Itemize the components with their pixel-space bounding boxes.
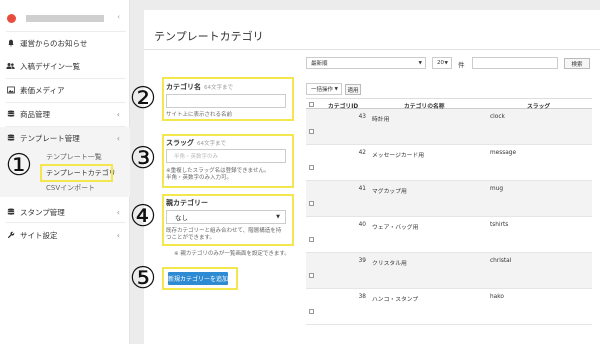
sidebar-item-label: 商品管理	[20, 109, 50, 119]
row-name[interactable]: 時計用	[372, 114, 389, 123]
row-name[interactable]: メッセージカード用	[372, 150, 424, 159]
row-name[interactable]: ハンコ・スタンプ	[372, 294, 418, 303]
annotation-number-3: ③	[129, 141, 157, 176]
bulk-action-select[interactable]: 一括操作 ▼	[306, 83, 342, 95]
row-name[interactable]: ウェア・バッグ用	[372, 222, 418, 231]
per-page-unit: 件	[458, 61, 465, 69]
annotation-number-2: ②	[129, 81, 157, 116]
row-id: 39	[358, 258, 366, 264]
sort-select[interactable]: 最新順 ▼	[306, 57, 426, 69]
caret-down-icon: ▼	[444, 60, 448, 66]
table-row[interactable]: 38 ハンコ・スタンプ hako	[306, 289, 592, 325]
chevron-left-icon: ‹	[116, 133, 120, 143]
sidebar-subitem-label: テンプレート一覧	[46, 153, 102, 161]
database-icon	[6, 208, 15, 217]
table-row[interactable]: 43 時計用 clock	[306, 109, 592, 145]
row-id: 38	[358, 294, 366, 300]
database-icon	[6, 134, 15, 143]
chevron-left-icon: ‹	[116, 207, 120, 217]
row-checkbox[interactable]	[309, 129, 314, 134]
chevron-left-icon: ‹	[116, 109, 120, 119]
sidebar-item-label: 素価メディア	[20, 85, 65, 95]
search-input[interactable]	[472, 57, 558, 69]
row-checkbox[interactable]	[309, 165, 314, 170]
sidebar-item-notices[interactable]: 運営からのお知らせ	[0, 35, 130, 51]
row-checkbox[interactable]	[309, 201, 314, 206]
bulk-action-value: 一括操作	[311, 87, 334, 93]
sidebar-item-label: スタンプ管理	[20, 207, 65, 217]
users-icon	[6, 62, 15, 71]
user-name-placeholder	[26, 14, 104, 22]
sidebar-item-templates[interactable]: テンプレート管理 ‹	[0, 130, 130, 146]
row-name[interactable]: クリスタル用	[372, 258, 407, 267]
divider	[6, 78, 126, 79]
row-id: 43	[358, 114, 366, 120]
bell-icon	[6, 39, 15, 48]
sidebar-item-label: サイト設定	[20, 230, 58, 240]
top-band	[144, 0, 600, 10]
title-divider	[144, 49, 600, 50]
row-slug: mug	[490, 186, 504, 192]
row-slug: message	[490, 150, 517, 156]
highlight-box-2	[162, 77, 294, 121]
row-id: 42	[358, 150, 366, 156]
row-id: 41	[358, 186, 366, 192]
sidebar-item-products[interactable]: 商品管理 ‹	[0, 106, 130, 122]
chevron-left-icon: ‹	[116, 230, 120, 240]
sidebar-item-designs[interactable]: 入稿デザイン一覧	[0, 58, 130, 74]
search-button[interactable]: 検索	[564, 58, 590, 69]
wrench-icon	[6, 231, 15, 240]
annotation-number-1: ①	[5, 148, 33, 183]
divider	[6, 31, 126, 32]
caret-down-icon: ▼	[418, 60, 422, 66]
sidebar-item-stamps[interactable]: スタンプ管理 ‹	[0, 204, 130, 220]
sidebar-item-label: 入稿デザイン一覧	[20, 61, 80, 71]
sidebar-subitem-label: CSVインポート	[46, 184, 96, 192]
highlight-box-5	[162, 267, 238, 290]
apply-button[interactable]: 適用	[345, 84, 361, 95]
row-slug: tshirts	[490, 222, 509, 228]
divider	[6, 222, 126, 223]
per-page-value: 20	[437, 60, 444, 66]
row-checkbox[interactable]	[309, 309, 314, 314]
row-id: 40	[358, 222, 366, 228]
highlight-box-1	[40, 164, 113, 182]
sidebar-item-label: テンプレート管理	[20, 133, 80, 143]
sort-value: 最新順	[311, 61, 328, 67]
sidebar-item-label: 運営からのお知らせ	[20, 38, 88, 48]
per-page-select[interactable]: 20 ▼	[432, 57, 452, 69]
chevron-left-icon: ‹	[117, 13, 120, 21]
row-checkbox[interactable]	[309, 273, 314, 278]
annotation-number-4: ④	[129, 199, 157, 234]
table-row[interactable]: 40 ウェア・バッグ用 tshirts	[306, 217, 592, 253]
caret-down-icon: ▼	[334, 86, 338, 92]
sidebar-item-site-settings[interactable]: サイト設定 ‹	[0, 227, 130, 243]
highlight-box-4	[162, 194, 294, 246]
sidebar-subitem-csv-import[interactable]: CSVインポート	[0, 181, 130, 195]
image-icon	[6, 86, 15, 95]
parent-only-note: ※ 親カテゴリのみが一覧画面を設定できます。	[174, 251, 290, 257]
database-icon	[6, 110, 15, 119]
annotation-number-5: ⑤	[129, 261, 157, 296]
divider	[6, 102, 126, 103]
highlight-box-3	[162, 134, 294, 188]
row-slug: clock	[490, 114, 505, 120]
table-row[interactable]: 42 メッセージカード用 message	[306, 145, 592, 181]
table-row[interactable]: 41 マグカップ用 mug	[306, 181, 592, 217]
user-avatar-icon	[7, 13, 16, 23]
row-slug: christal	[490, 258, 512, 264]
user-menu[interactable]: ‹	[4, 10, 124, 26]
table-row[interactable]: 39 クリスタル用 christal	[306, 253, 592, 289]
table-header: カテゴリID カテゴリの名称 スラッグ	[306, 98, 592, 110]
select-all-checkbox[interactable]	[309, 102, 314, 107]
page-title: テンプレートカテゴリ	[154, 30, 264, 43]
row-checkbox[interactable]	[309, 237, 314, 242]
sidebar-item-media[interactable]: 素価メディア	[0, 82, 130, 98]
row-name[interactable]: マグカップ用	[372, 186, 407, 195]
row-slug: hako	[490, 294, 504, 300]
